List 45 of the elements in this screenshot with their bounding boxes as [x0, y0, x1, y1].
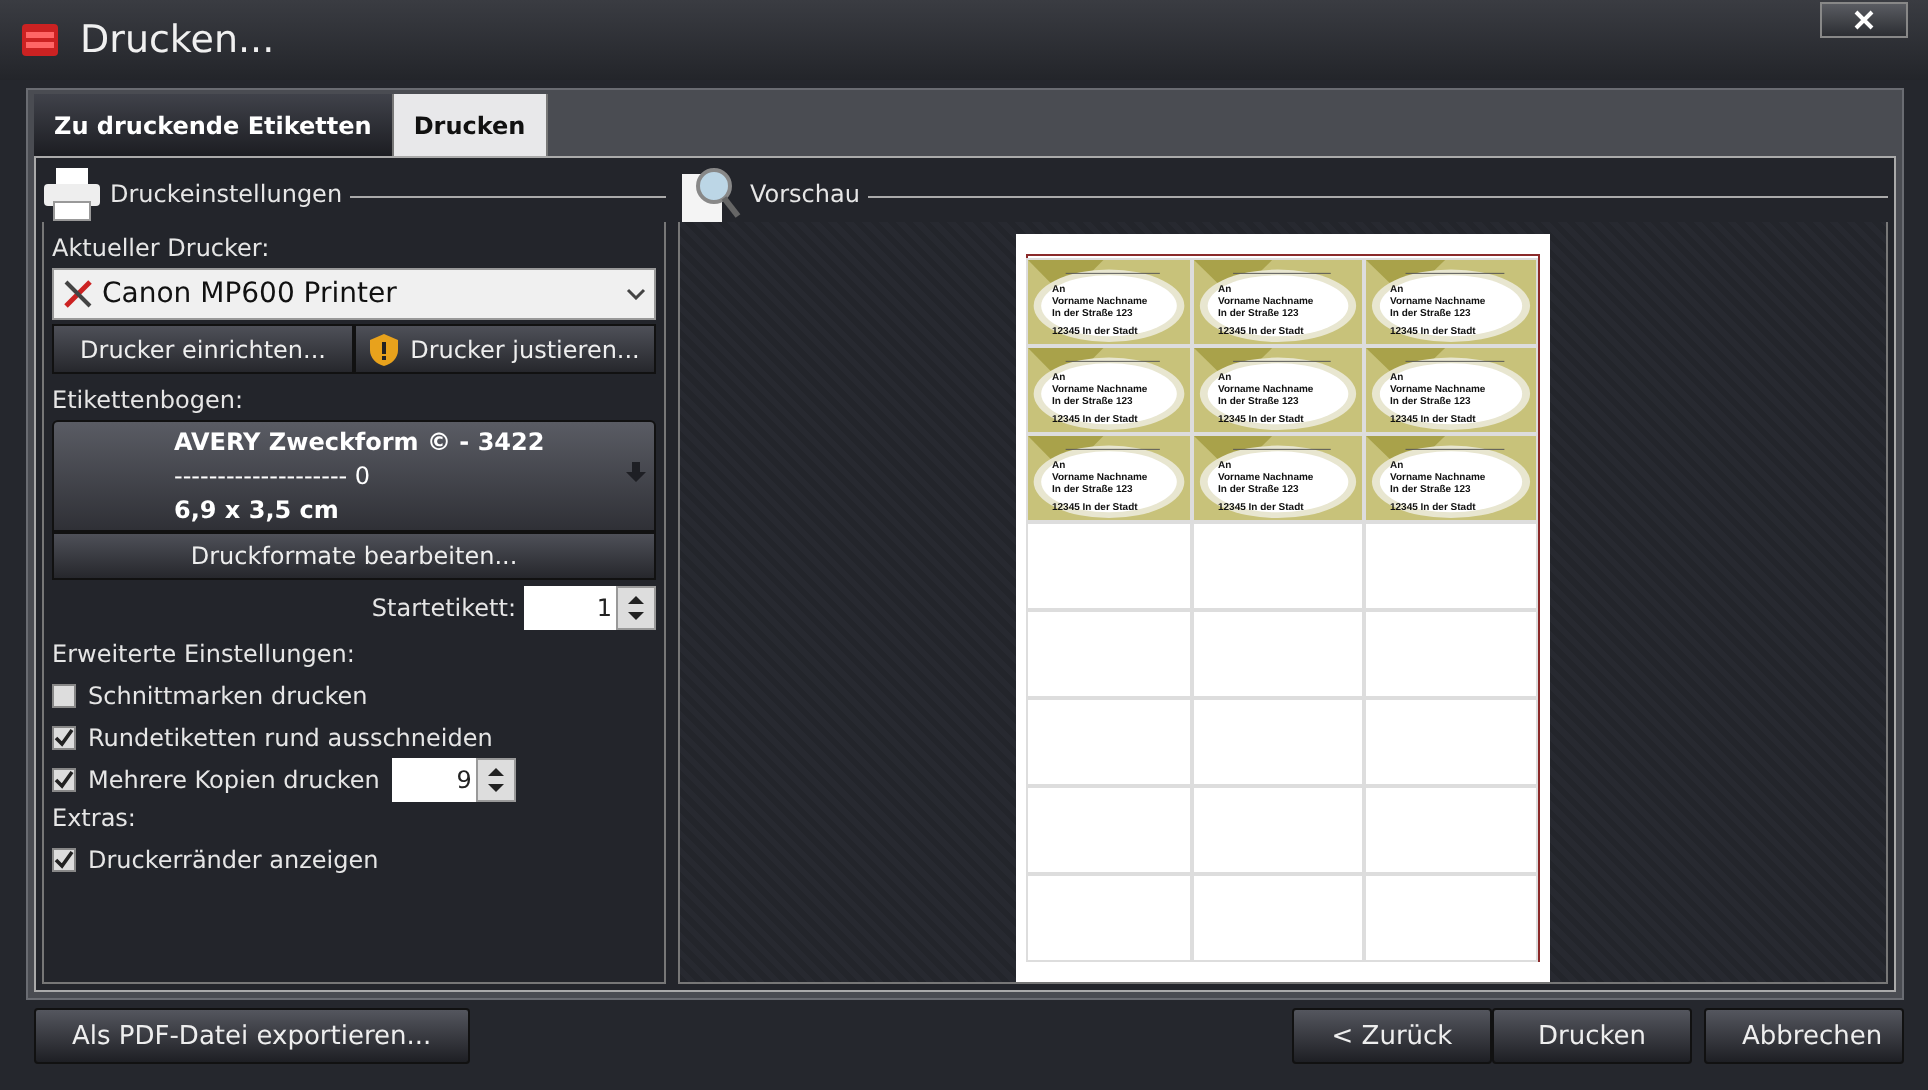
magnifier-icon — [678, 166, 742, 222]
printer-dropdown[interactable]: Canon MP600 Printer — [52, 268, 656, 320]
checkbox-label: Schnittmarken drucken — [88, 681, 368, 709]
printer-icon — [42, 166, 102, 222]
group-title: Druckeinstellungen — [110, 180, 343, 208]
print-button[interactable]: Drucken — [1492, 1008, 1692, 1064]
tab[interactable]: Zu druckende Etiketten — [34, 94, 394, 156]
close-button[interactable] — [1820, 2, 1908, 38]
export-pdf-button[interactable]: Als PDF-Datei exportieren... — [34, 1008, 470, 1064]
field-label: Aktueller Drucker: — [52, 234, 272, 262]
spin-button[interactable] — [475, 757, 516, 801]
tools-icon — [62, 278, 94, 310]
tab[interactable]: Drucken — [393, 94, 548, 156]
shield-icon — [370, 333, 399, 365]
cancel-button[interactable]: Abbrechen — [1704, 1008, 1904, 1064]
spin-arrows-icon — [624, 592, 648, 624]
start-label-field[interactable]: 1 — [524, 586, 616, 630]
checkbox-label: Druckerränder anzeigen — [88, 845, 379, 873]
spin-button[interactable] — [616, 586, 656, 630]
chevron-down-icon — [626, 288, 646, 300]
printer-setup-button[interactable]: Drucker einrichten... — [52, 324, 354, 374]
app-icon — [20, 20, 60, 60]
checkbox[interactable] — [52, 767, 76, 791]
group-title: Vorschau — [750, 180, 860, 208]
copies-field[interactable]: 9 — [391, 757, 476, 801]
checkbox[interactable] — [52, 725, 76, 749]
window-title: Drucken... — [80, 18, 277, 62]
printer-adjust-button[interactable]: Drucker justieren... — [354, 324, 656, 374]
section-label: Erweiterte Einstellungen: — [52, 640, 357, 668]
edit-formats-button[interactable]: Druckformate bearbeiten... — [52, 532, 656, 580]
checkmark-icon — [54, 769, 74, 789]
section-label: Extras: — [52, 804, 138, 832]
close-icon — [1854, 10, 1874, 30]
checkbox-label: Mehrere Kopien drucken — [88, 765, 380, 793]
checkmark-icon — [54, 849, 74, 869]
checkbox[interactable] — [52, 847, 76, 871]
checkmark-icon — [54, 727, 74, 747]
checkbox-label: Rundetiketten rund ausschneiden — [88, 723, 493, 751]
checkbox[interactable] — [52, 683, 76, 707]
arrow-down-icon — [626, 462, 646, 482]
label-sheet-selector[interactable]: AVERY Zweckform © - 3422 -------------------- 0 6,9 x 3,5 cm — [52, 420, 656, 532]
back-button[interactable]: < Zurück — [1292, 1008, 1492, 1064]
spin-arrows-icon — [483, 763, 508, 795]
field-label: Etikettenbogen: — [52, 386, 246, 414]
field-label: Startetikett: — [371, 594, 516, 622]
